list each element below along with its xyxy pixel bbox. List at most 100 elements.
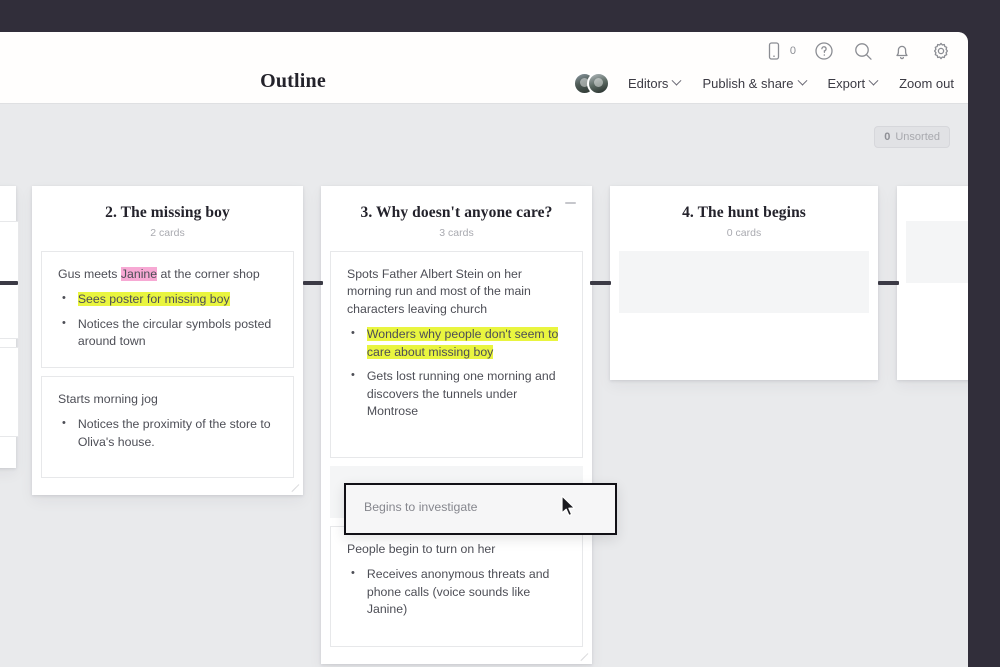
card[interactable]: Spots Father Albert Stein on her morning… bbox=[330, 251, 583, 458]
header-icon-row: 0 bbox=[763, 40, 952, 62]
bullet-text: Gets lost running one morning and discov… bbox=[367, 368, 566, 420]
card[interactable]: Starts morning jog • Notices the proximi… bbox=[41, 375, 294, 479]
highlighted-text: Wonders why people don't seem to care ab… bbox=[366, 327, 559, 359]
dragged-card-text: Begins to investigate bbox=[364, 500, 478, 514]
column-connector bbox=[0, 281, 18, 285]
bullet-icon: • bbox=[351, 369, 355, 382]
text-run: Notices the circular symbols posted arou… bbox=[77, 316, 272, 349]
window-frame-top bbox=[0, 0, 1000, 32]
text-run: Receives anonymous threats and phone cal… bbox=[366, 567, 550, 616]
card[interactable]: People begin to turn on her • Receives a… bbox=[330, 525, 583, 648]
column-body: Spots Father Albert Stein on her morning… bbox=[321, 251, 592, 664]
bullet-text: Sees poster for missing boy bbox=[77, 291, 277, 308]
column-body bbox=[897, 221, 968, 292]
chevron-down-icon bbox=[797, 75, 807, 86]
gear-icon[interactable] bbox=[930, 40, 952, 62]
help-icon[interactable] bbox=[813, 40, 835, 62]
mouse-cursor bbox=[561, 495, 577, 518]
nav-editors[interactable]: Editors bbox=[627, 75, 682, 91]
card-bullet-list: • Sees poster for missing boy • Notices … bbox=[58, 291, 277, 350]
collapse-icon[interactable] bbox=[565, 202, 576, 204]
column-header bbox=[0, 186, 20, 221]
column-resize-handle[interactable] bbox=[290, 482, 300, 493]
editors-avatars[interactable] bbox=[572, 72, 610, 95]
column-the-hunt-begins[interactable]: 4. The hunt begins 0 cards bbox=[610, 186, 878, 380]
mobile-count: 0 bbox=[789, 45, 796, 57]
empty-card-slot[interactable] bbox=[619, 251, 869, 313]
card-bullet-list: • Wonders why people don't seem to care … bbox=[347, 326, 566, 420]
highlighted-text: Sees poster for missing boy bbox=[77, 292, 230, 307]
text-run: Gus meets bbox=[58, 267, 121, 281]
unsorted-badge[interactable]: 0 Unsorted bbox=[874, 126, 950, 148]
nav-export-label: Export bbox=[827, 76, 866, 91]
bell-icon[interactable] bbox=[891, 40, 913, 62]
bullet-icon: • bbox=[62, 417, 66, 430]
list-item[interactable]: • Notices the proximity of the store to … bbox=[58, 416, 277, 451]
card[interactable]: Gus meets Janine at the corner shop • Se… bbox=[41, 251, 294, 368]
card-title: Spots Father Albert Stein on her morning… bbox=[347, 266, 566, 318]
column-title: 2. The missing boy bbox=[105, 204, 230, 221]
chevron-down-icon bbox=[868, 75, 879, 86]
list-item[interactable]: • Receives anonymous threats and phone c… bbox=[347, 566, 566, 618]
page-title: Outline bbox=[260, 70, 326, 92]
column-card-count: 3 cards bbox=[439, 227, 474, 239]
column-resize-handle[interactable] bbox=[579, 651, 589, 662]
outline-canvas: 0 Unsorted 2. The missing boy 2 cards Gu… bbox=[0, 104, 968, 667]
empty-card-slot[interactable] bbox=[906, 221, 968, 283]
list-item[interactable]: • Wonders why people don't seem to care … bbox=[347, 326, 566, 361]
column-partial-left[interactable] bbox=[0, 186, 19, 468]
nav-export[interactable]: Export bbox=[827, 75, 879, 91]
column-body bbox=[610, 251, 878, 322]
chevron-down-icon bbox=[671, 75, 682, 86]
text-run: at the corner shop bbox=[157, 267, 260, 281]
list-item[interactable]: • Sees poster for missing boy bbox=[58, 291, 277, 308]
column-connector bbox=[878, 281, 899, 285]
nav-zoom-out[interactable]: Zoom out bbox=[899, 76, 954, 91]
bullet-text: Notices the circular symbols posted arou… bbox=[78, 316, 277, 351]
column-why-doesnt-anyone-care[interactable]: 3. Why doesn't anyone care? 3 cards Spot… bbox=[321, 186, 592, 665]
bullet-icon: • bbox=[351, 567, 355, 580]
text-run: Starts morning jog bbox=[58, 391, 158, 406]
nav-publish-share-label: Publish & share bbox=[702, 76, 794, 91]
column-title: 3. Why doesn't anyone care? bbox=[360, 204, 553, 221]
column-header: 4. The hunt begins 0 cards bbox=[610, 186, 878, 251]
text-run: People begin to turn on her bbox=[347, 541, 496, 556]
column-header: 2. The missing boy 2 cards bbox=[32, 186, 303, 251]
nav-editors-label: Editors bbox=[627, 76, 669, 91]
window-frame-right bbox=[968, 0, 1000, 667]
list-item[interactable]: • Gets lost running one morning and disc… bbox=[347, 368, 566, 420]
bullet-icon: • bbox=[62, 292, 66, 305]
bullet-text: Wonders why people don't seem to care ab… bbox=[366, 326, 566, 361]
search-icon[interactable] bbox=[852, 40, 874, 62]
card-bullet-list: • Notices the proximity of the store to … bbox=[58, 416, 277, 451]
mobile-preview-button[interactable]: 0 bbox=[763, 40, 796, 62]
bullet-text: Receives anonymous threats and phone cal… bbox=[367, 566, 566, 618]
highlighted-text: Janine bbox=[120, 267, 158, 281]
mobile-icon[interactable] bbox=[763, 40, 785, 62]
card-title: People begin to turn on her bbox=[347, 541, 566, 558]
nav-zoom-out-label: Zoom out bbox=[899, 76, 954, 91]
column-connector bbox=[303, 281, 323, 285]
unsorted-count: 0 bbox=[884, 131, 891, 143]
bullet-icon: • bbox=[62, 316, 66, 329]
column-body bbox=[0, 221, 19, 454]
card-bullet-list: • Receives anonymous threats and phone c… bbox=[347, 566, 566, 618]
column-header: 3. Why doesn't anyone care? 3 cards bbox=[321, 186, 592, 251]
column-body: Gus meets Janine at the corner shop • Se… bbox=[32, 251, 303, 495]
column-connector bbox=[590, 281, 611, 285]
card-title: Starts morning jog bbox=[58, 391, 277, 408]
card[interactable] bbox=[0, 347, 19, 437]
bullet-text: Notices the proximity of the store to Ol… bbox=[78, 416, 277, 451]
column-title: 4. The hunt begins bbox=[682, 204, 806, 221]
card[interactable] bbox=[0, 221, 19, 339]
list-item[interactable]: • Notices the circular symbols posted ar… bbox=[58, 316, 277, 351]
column-partial-right[interactable] bbox=[897, 186, 968, 380]
text-run: Notices the proximity of the store to Ol… bbox=[77, 417, 271, 449]
nav-publish-share[interactable]: Publish & share bbox=[702, 75, 807, 91]
column-card-count: 0 cards bbox=[726, 227, 762, 239]
unsorted-label: Unsorted bbox=[895, 131, 940, 143]
avatar[interactable] bbox=[586, 72, 610, 95]
column-the-missing-boy[interactable]: 2. The missing boy 2 cards Gus meets Jan… bbox=[32, 186, 303, 496]
card-title: Gus meets Janine at the corner shop bbox=[58, 266, 277, 283]
header-nav-row: Editors Publish & share Export Zoom out bbox=[572, 72, 954, 95]
